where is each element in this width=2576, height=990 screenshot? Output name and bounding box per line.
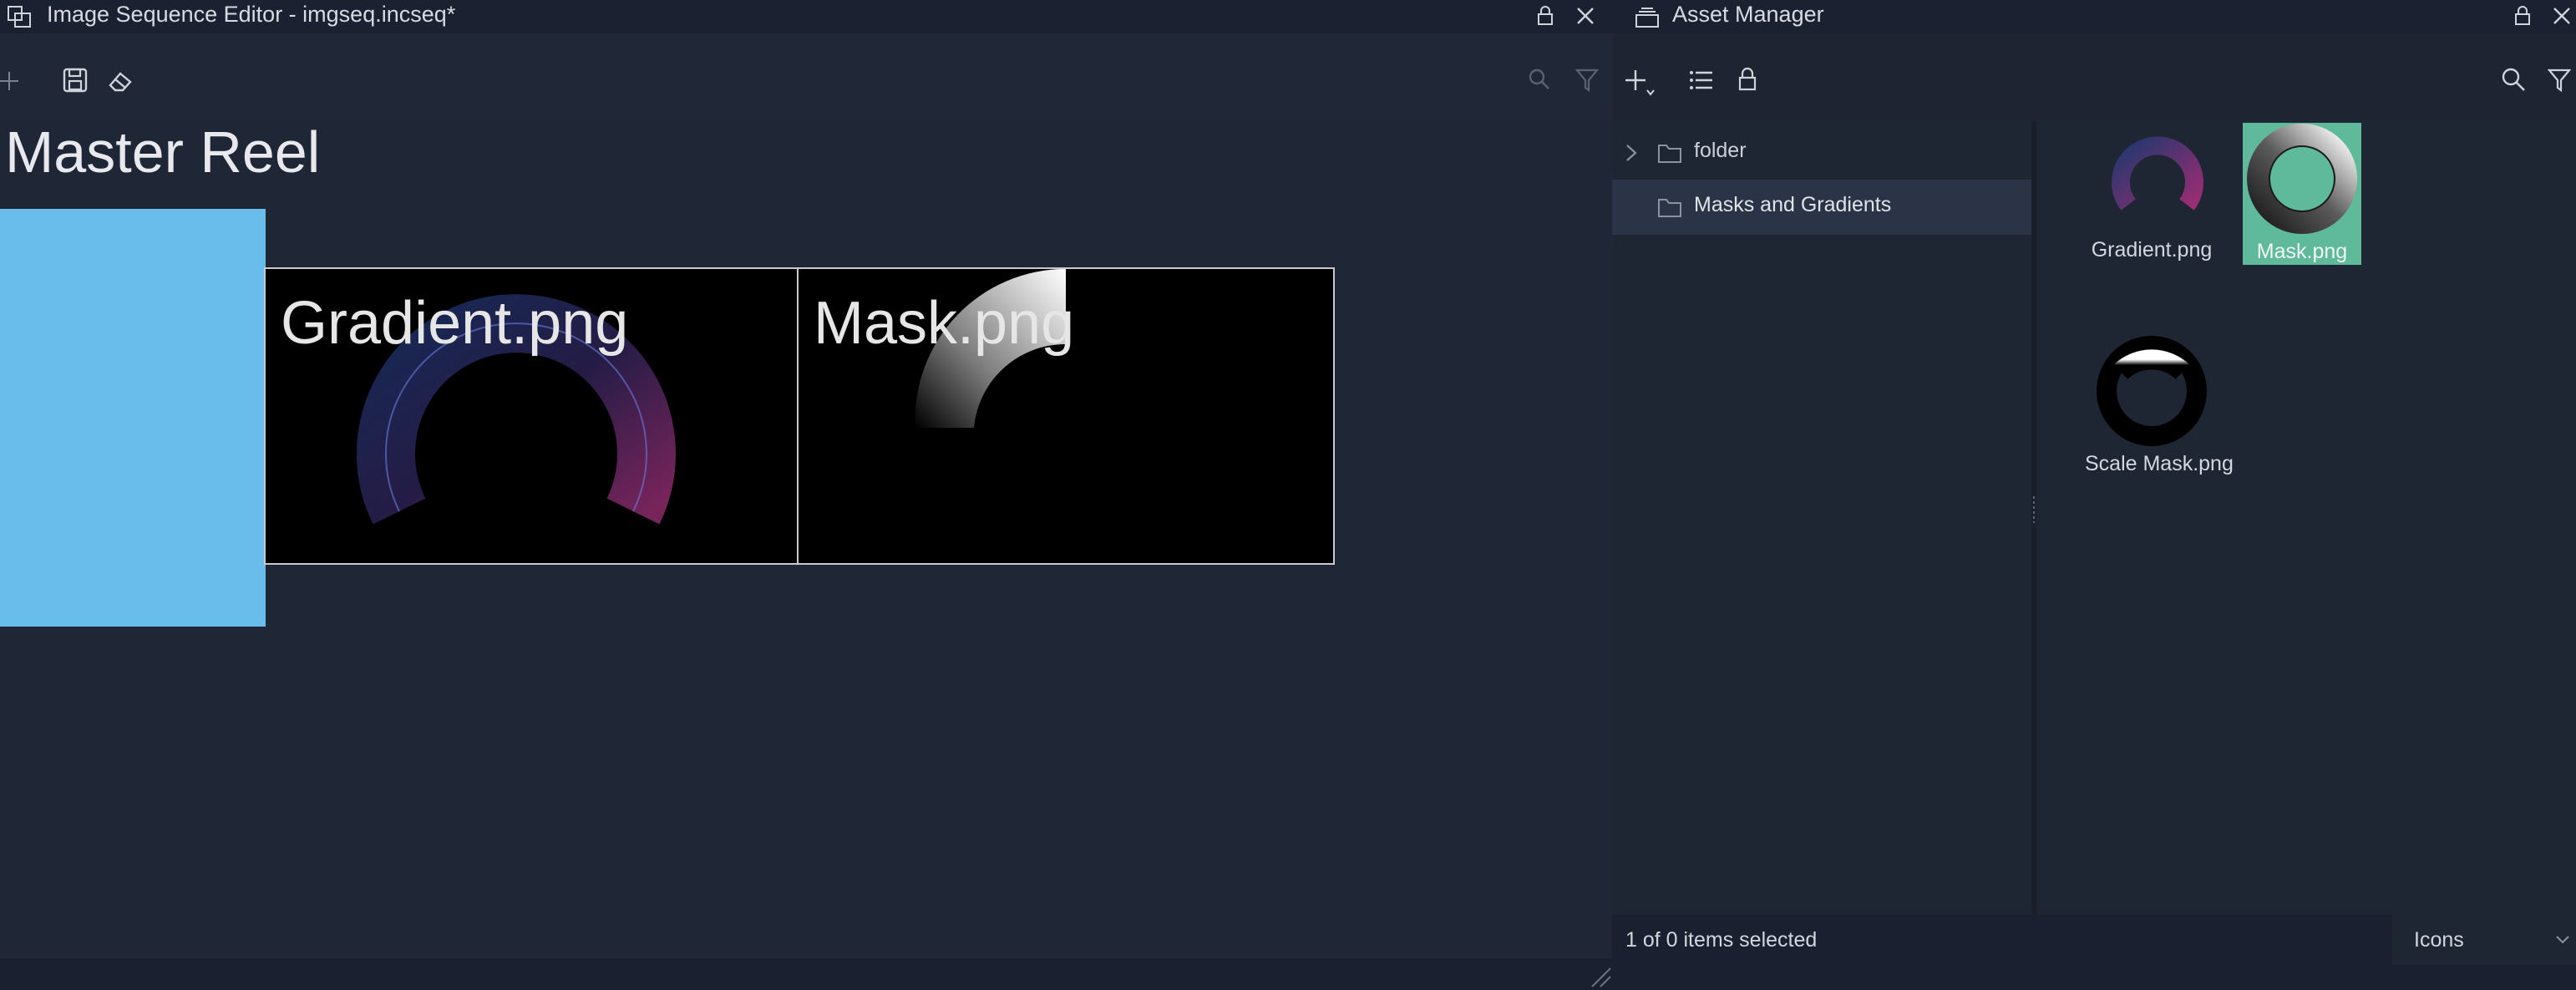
chevron-right-icon[interactable] xyxy=(1624,142,1639,164)
asset-manager-footer: 1 of 0 items selected Icons xyxy=(1612,915,2576,990)
folder-icon xyxy=(1658,199,1681,217)
image-sequence-editor-panel: Image Sequence Editor - imgseq.incseq* M… xyxy=(0,0,1612,990)
clip-label: Mask.png xyxy=(814,290,1075,357)
close-icon[interactable] xyxy=(2551,5,2573,27)
add-icon[interactable] xyxy=(0,67,22,95)
clip-label: Gradient.png xyxy=(281,290,629,357)
asset-manager-titlebar: Asset Manager xyxy=(1612,0,2576,33)
clip-gradient[interactable]: Gradient.png xyxy=(264,267,800,565)
asset-mask[interactable]: Mask.png xyxy=(2243,123,2361,265)
chevron-down-icon xyxy=(2556,936,2569,944)
scale-mask-thumbnail xyxy=(2097,336,2207,446)
asset-manager-title: Asset Manager xyxy=(1672,2,1824,27)
asset-gradient[interactable]: Gradient.png xyxy=(2085,121,2219,263)
editor-titlebar: Image Sequence Editor - imgseq.incseq* xyxy=(0,0,1612,33)
asset-label: Gradient.png xyxy=(2091,238,2213,261)
save-icon[interactable] xyxy=(62,67,89,94)
view-mode-value: Icons xyxy=(2414,928,2464,952)
asset-manager-icon xyxy=(1635,8,1659,28)
asset-grid: Gradient.png Mask.png Scale Mask.png xyxy=(2038,121,2576,915)
search-icon[interactable] xyxy=(2501,67,2528,94)
lock-icon[interactable] xyxy=(1737,67,1757,92)
tree-item-label: Masks and Gradients xyxy=(1694,193,1892,216)
asset-toolbar xyxy=(1612,42,2576,119)
asset-label: Mask.png xyxy=(2256,240,2348,263)
filter-icon[interactable] xyxy=(1575,67,1599,94)
selection-status: 1 of 0 items selected xyxy=(1625,928,1818,952)
resize-grip-icon[interactable] xyxy=(1589,965,1612,988)
gradient-thumbnail xyxy=(2112,136,2203,211)
close-icon[interactable] xyxy=(1575,5,1596,27)
lock-icon[interactable] xyxy=(2513,5,2533,27)
pane-splitter[interactable] xyxy=(2031,121,2036,915)
clip-mask[interactable]: Mask.png xyxy=(797,267,1335,565)
folder-icon xyxy=(1658,145,1681,163)
splitter-grip-icon[interactable] xyxy=(2031,493,2036,526)
eraser-icon[interactable] xyxy=(107,67,135,94)
editor-title: Image Sequence Editor - imgseq.incseq* xyxy=(47,2,456,27)
asset-scale-mask[interactable]: Scale Mask.png xyxy=(2085,335,2234,477)
asset-manager-panel: Asset Manager folder Masks and Gradients… xyxy=(1612,0,2576,990)
tree-item-folder[interactable]: folder xyxy=(1612,125,2031,180)
tree-item-label: folder xyxy=(1694,139,1747,162)
asset-label: Scale Mask.png xyxy=(2085,452,2234,475)
search-icon[interactable] xyxy=(1527,67,1552,94)
editor-toolbar xyxy=(0,42,1612,119)
reel-track-block[interactable] xyxy=(0,209,266,627)
folder-tree: folder Masks and Gradients xyxy=(1612,121,2031,915)
view-mode-dropdown[interactable]: Icons xyxy=(2392,915,2576,965)
mask-thumbnail xyxy=(2247,124,2357,234)
tree-item-masks-and-gradients[interactable]: Masks and Gradients xyxy=(1612,180,2031,235)
list-view-icon[interactable] xyxy=(1689,69,1714,92)
image-sequence-icon xyxy=(8,6,31,28)
filter-icon[interactable] xyxy=(2548,67,2571,94)
editor-statusbar xyxy=(0,958,1612,990)
reel-title: Master Reel xyxy=(5,119,321,185)
add-dropdown-icon[interactable] xyxy=(1624,67,1657,99)
lock-icon[interactable] xyxy=(1535,5,1555,27)
